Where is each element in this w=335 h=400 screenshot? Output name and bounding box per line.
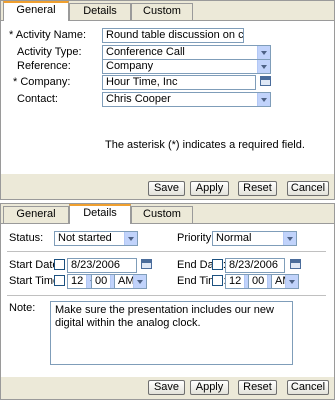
chevron-down-icon[interactable]	[133, 275, 146, 288]
start-date-input[interactable]: 8/23/2006	[67, 258, 137, 273]
status-select[interactable]: Not started	[54, 231, 138, 246]
note-label: Note:	[9, 302, 36, 314]
end-time-checkbox[interactable]	[212, 275, 223, 286]
calendar-icon[interactable]	[141, 259, 152, 269]
cancel-button[interactable]: Cancel	[287, 181, 329, 196]
priority-value: Normal	[216, 232, 252, 244]
start-hour-value: 12	[71, 275, 84, 287]
end-date-checkbox[interactable]	[212, 259, 223, 270]
contact-value: Chris Cooper	[106, 93, 171, 105]
end-date-input[interactable]: 8/23/2006	[225, 258, 285, 273]
reference-select[interactable]: Company	[102, 59, 271, 74]
priority-label: Priority:	[177, 232, 215, 244]
save-button[interactable]: Save	[148, 181, 185, 196]
divider	[7, 251, 326, 252]
end-hour-value: 12	[229, 275, 242, 287]
activity-dialog-details: General Details Custom Status: Not start…	[0, 203, 335, 400]
reset-button[interactable]: Reset	[238, 181, 277, 196]
activity-type-value: Conference Call	[106, 46, 185, 58]
calendar-icon[interactable]	[290, 259, 301, 269]
tab-custom[interactable]: Custom	[131, 206, 193, 223]
tab-general[interactable]: General	[3, 1, 69, 21]
tab-strip: General Details Custom	[1, 204, 334, 224]
apply-button[interactable]: Apply	[190, 380, 229, 395]
tab-general[interactable]: General	[3, 206, 69, 223]
chevron-down-icon[interactable]	[257, 60, 270, 73]
tab-strip: General Details Custom	[1, 1, 334, 21]
chevron-down-icon[interactable]	[257, 46, 270, 59]
lookup-icon[interactable]	[260, 76, 271, 86]
contact-label: Contact:	[17, 93, 58, 105]
company-input[interactable]: Hour Time, Inc	[102, 75, 256, 90]
tab-details[interactable]: Details	[69, 3, 131, 20]
priority-select[interactable]: Normal	[212, 231, 297, 246]
tab-custom[interactable]: Custom	[131, 3, 193, 20]
save-button[interactable]: Save	[148, 380, 185, 395]
reset-button[interactable]: Reset	[238, 380, 277, 395]
start-minute-value: 00	[95, 275, 108, 287]
reference-label: Reference:	[17, 60, 71, 72]
details-tab-body: Status: Not started Priority: Normal Sta…	[1, 223, 334, 377]
company-label: * Company:	[13, 76, 71, 88]
activity-type-label: Activity Type:	[17, 46, 82, 58]
required-field-note: The asterisk (*) indicates a required fi…	[105, 139, 305, 151]
reference-value: Company	[106, 60, 154, 72]
status-label: Status:	[9, 232, 44, 244]
end-ampm-select[interactable]: AM	[271, 274, 299, 289]
start-date-checkbox[interactable]	[54, 259, 65, 270]
chevron-down-icon[interactable]	[124, 232, 137, 245]
divider	[7, 295, 326, 296]
tab-details[interactable]: Details	[69, 204, 131, 224]
note-textarea[interactable]: Make sure the presentation includes our …	[50, 301, 293, 365]
activity-type-select[interactable]: Conference Call	[102, 45, 271, 60]
activity-name-label: * Activity Name:	[9, 29, 87, 41]
status-value: Not started	[58, 232, 112, 244]
general-tab-body: * Activity Name: Round table discussion …	[1, 20, 334, 174]
chevron-down-icon[interactable]	[285, 275, 298, 288]
start-time-checkbox[interactable]	[54, 275, 65, 286]
activity-dialog-general: General Details Custom * Activity Name: …	[0, 0, 335, 200]
start-ampm-select[interactable]: AM	[114, 274, 147, 289]
end-minute-value: 00	[252, 275, 265, 287]
contact-select[interactable]: Chris Cooper	[102, 92, 271, 107]
chevron-down-icon[interactable]	[283, 232, 296, 245]
activity-name-input[interactable]: Round table discussion on clocks,..|	[102, 28, 244, 43]
chevron-down-icon[interactable]	[257, 93, 270, 106]
cancel-button[interactable]: Cancel	[287, 380, 329, 395]
apply-button[interactable]: Apply	[190, 181, 229, 196]
